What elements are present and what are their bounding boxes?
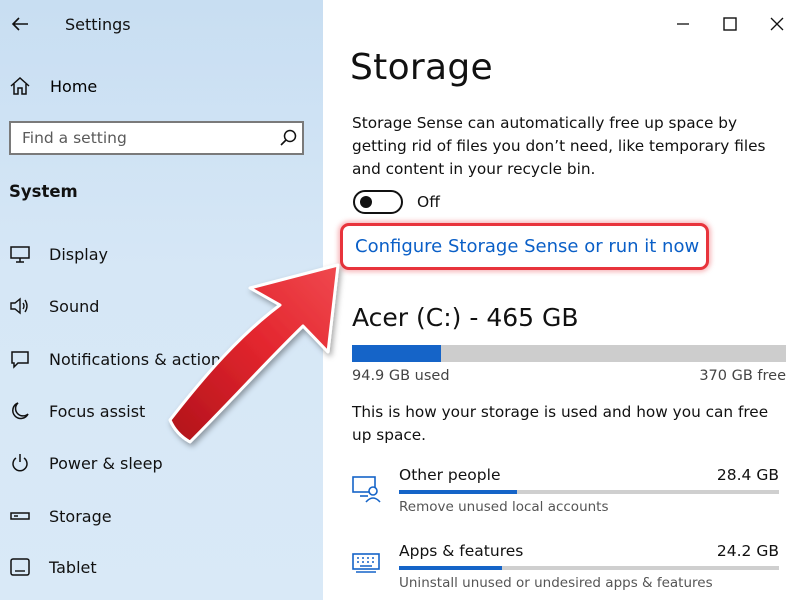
search-icon[interactable] [274, 124, 302, 152]
configure-storage-sense-link[interactable]: Configure Storage Sense or run it now [355, 236, 699, 257]
category-apps-features[interactable]: Apps & features 24.2 GB Uninstall unused… [351, 542, 779, 600]
sidebar-item-power-sleep[interactable]: Power & sleep [8, 448, 308, 478]
sidebar-item-focus-assist[interactable]: Focus assist [8, 396, 308, 426]
category-size: 28.4 GB [716, 466, 779, 484]
minimize-icon [676, 23, 689, 25]
sidebar-item-label: Notifications & actions [49, 349, 230, 369]
drive-usage-bar[interactable] [352, 345, 786, 362]
page-title: Storage [350, 47, 493, 88]
sidebar-item-notifications[interactable]: Notifications & actions [8, 344, 308, 374]
main-content: Storage Storage Sense can automatically … [323, 0, 800, 600]
section-title: System [9, 182, 78, 201]
category-name: Other people [399, 466, 501, 484]
notifications-icon [8, 347, 32, 371]
category-usage-bar [399, 566, 779, 570]
sidebar-item-label: Power & sleep [49, 453, 163, 473]
storage-sense-toggle[interactable] [353, 190, 403, 214]
category-size: 24.2 GB [716, 542, 779, 560]
sidebar-item-label: Focus assist [49, 401, 146, 421]
maximize-icon [722, 17, 737, 31]
sidebar-item-tablet[interactable]: Tablet [8, 552, 308, 582]
sidebar-item-label: Display [49, 244, 108, 264]
close-icon [770, 17, 783, 31]
sidebar: Settings Home System Display Sound [0, 0, 323, 600]
back-arrow-icon [11, 17, 28, 31]
storage-sense-toggle-row: Off [353, 190, 440, 214]
drive-used-label: 94.9 GB used [352, 368, 450, 384]
sound-icon [8, 294, 32, 318]
minimize-button[interactable] [659, 0, 706, 48]
tablet-icon [8, 555, 32, 579]
sidebar-item-label: Home [50, 76, 98, 96]
power-icon [8, 451, 32, 475]
category-usage-fill [399, 490, 517, 494]
sidebar-item-home[interactable]: Home [8, 72, 308, 100]
close-button[interactable] [753, 0, 800, 48]
storage-icon [8, 504, 32, 528]
sidebar-item-label: Tablet [49, 557, 97, 577]
home-icon [10, 76, 30, 95]
window-controls [659, 0, 800, 48]
sidebar-item-sound[interactable]: Sound [8, 291, 308, 321]
display-icon [8, 242, 32, 266]
drive-title[interactable]: Acer (C:) - 465 GB [352, 303, 579, 332]
people-icon [351, 472, 383, 504]
category-usage-fill [399, 566, 502, 570]
category-subtitle: Uninstall unused or undesired apps & fea… [399, 575, 713, 591]
sidebar-item-display[interactable]: Display [8, 239, 308, 269]
sidebar-item-storage[interactable]: Storage [8, 501, 308, 531]
search-box[interactable] [9, 121, 304, 155]
sidebar-titlebar: Settings [0, 0, 323, 50]
sidebar-item-label: Sound [49, 296, 100, 316]
keyboard-icon [351, 548, 383, 580]
drive-usage-fill [352, 345, 441, 362]
app-title: Settings [65, 15, 131, 34]
toggle-knob [360, 196, 372, 208]
maximize-button[interactable] [706, 0, 753, 48]
toggle-state-label: Off [417, 193, 440, 211]
drive-free-label: 370 GB free [699, 368, 786, 384]
storage-usage-description: This is how your storage is used and how… [352, 403, 769, 444]
category-other-people[interactable]: Other people 28.4 GB Remove unused local… [351, 466, 779, 526]
back-button[interactable] [8, 12, 32, 36]
category-name: Apps & features [399, 542, 524, 560]
moon-icon [8, 399, 32, 423]
search-input[interactable] [11, 123, 274, 153]
storage-sense-description: Storage Sense can automatically free up … [352, 114, 766, 178]
category-usage-bar [399, 490, 779, 494]
configure-link-highlight: Configure Storage Sense or run it now [340, 223, 709, 270]
sidebar-item-label: Storage [49, 506, 112, 526]
category-subtitle: Remove unused local accounts [399, 499, 609, 515]
